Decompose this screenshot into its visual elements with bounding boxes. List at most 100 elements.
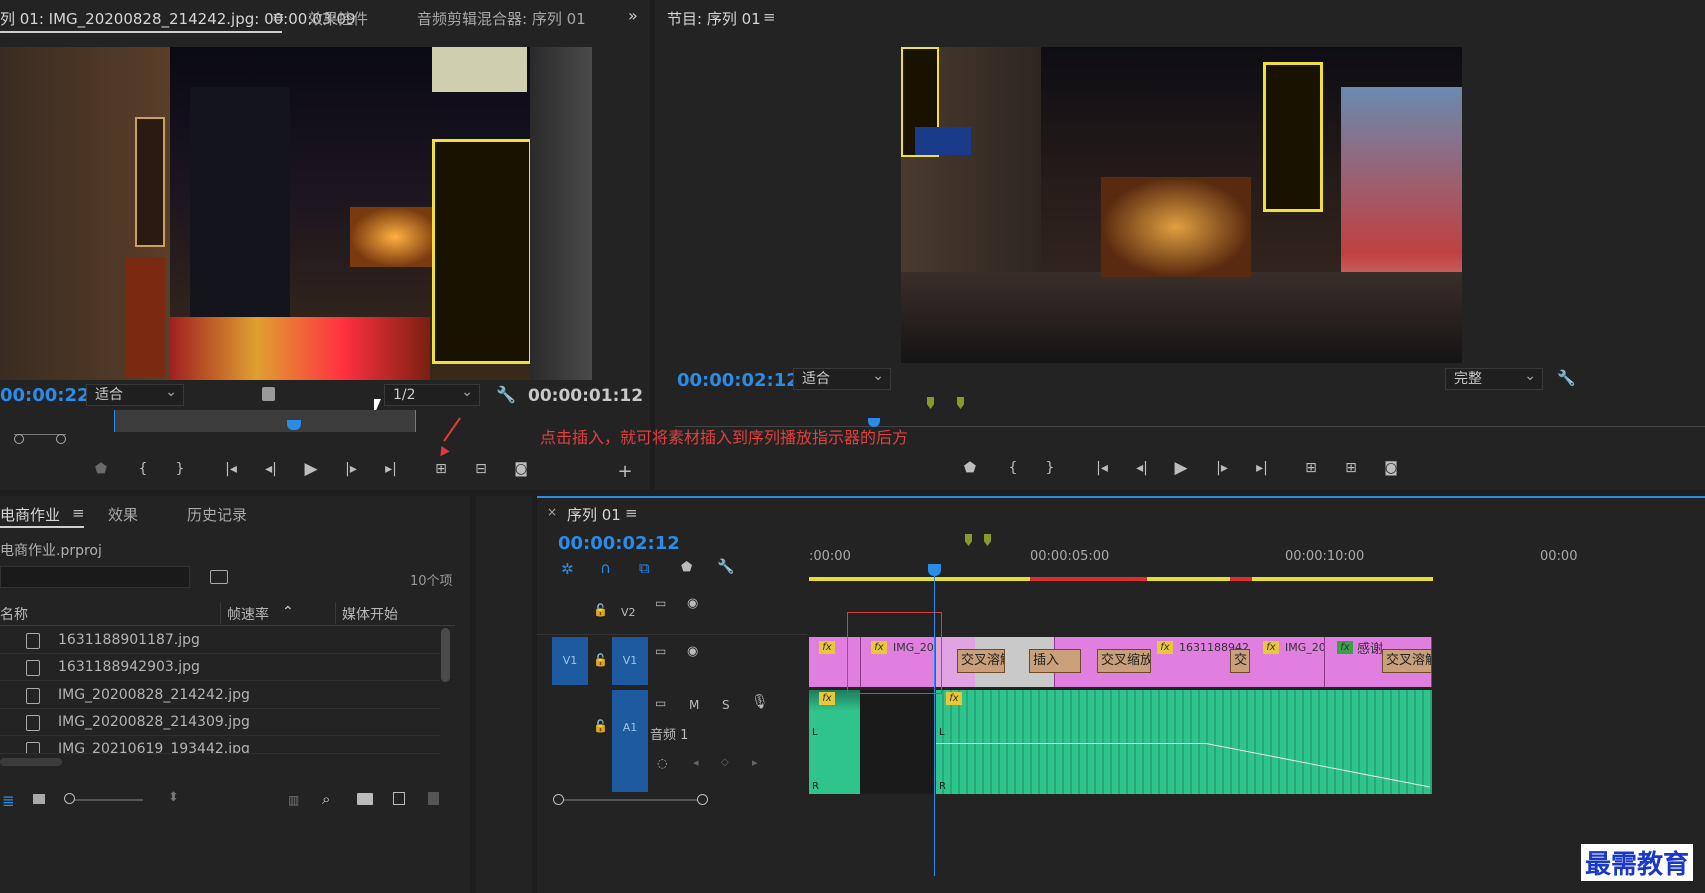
new-item-icon[interactable] [393, 792, 405, 805]
extract-icon[interactable]: ⊞ [1338, 455, 1364, 481]
tab-effects[interactable]: 效果 [108, 504, 138, 525]
timeline-settings-icon[interactable]: 🔧 [717, 559, 734, 575]
track-v1-source[interactable]: V1 [552, 637, 588, 685]
voiceover-mic-icon[interactable]: 🎙 [751, 694, 769, 710]
add-marker-icon[interactable]: ⬟ [88, 456, 114, 482]
sort-icon[interactable]: ⬍ [168, 790, 179, 805]
timeline-timecode[interactable]: 00:00:02:12 [558, 533, 680, 554]
keyframe-toggle-icon[interactable]: ◌ [657, 756, 667, 770]
program-marker-1[interactable] [927, 397, 934, 409]
lock-v1-icon[interactable]: 🔓 [593, 653, 608, 667]
program-mark-in-icon[interactable]: { [1000, 455, 1026, 481]
zoom-slider[interactable] [68, 799, 143, 801]
lift-icon[interactable]: ⊞ [1298, 455, 1324, 481]
program-go-to-in-icon[interactable]: |◂ [1089, 455, 1115, 481]
timeline-marker-icon[interactable]: ⬟ [681, 560, 692, 575]
add-keyframe-icon[interactable]: ◇ [721, 757, 729, 768]
tab-audio-mixer[interactable]: 音频剪辑混合器: 序列 01 [417, 8, 586, 29]
source-in-out-range[interactable] [114, 410, 416, 432]
mark-in-icon[interactable]: { [130, 456, 156, 482]
step-back-icon[interactable]: ◂| [258, 456, 284, 482]
column-framerate[interactable]: 帧速率 [227, 604, 269, 624]
program-quality-select[interactable]: 完整 [1445, 366, 1543, 390]
timeline-h-scrollbar[interactable] [557, 799, 703, 801]
list-item[interactable]: IMG_20200828_214309.jpg [0, 709, 440, 736]
settings-wrench-icon[interactable]: 🔧 [496, 385, 516, 404]
mute-button[interactable]: M [689, 698, 699, 712]
sync-v1-icon[interactable]: ▭ [655, 644, 666, 658]
close-tab-icon[interactable]: × [547, 505, 557, 519]
project-search-input[interactable] [0, 566, 190, 588]
find-icon[interactable]: ⌕ [322, 790, 330, 808]
solo-button[interactable]: S [722, 698, 730, 712]
column-name[interactable]: 名称 [0, 604, 28, 624]
track-a1-target[interactable]: A1 [612, 690, 648, 792]
transition-insert[interactable]: 插入 [1029, 649, 1081, 673]
timeline-playhead-head[interactable] [928, 564, 941, 576]
next-keyframe-icon[interactable]: ▸ [752, 756, 758, 769]
tab-history[interactable]: 历史记录 [187, 504, 247, 525]
linked-selection-icon[interactable]: ⧉ [639, 559, 650, 577]
source-playhead[interactable] [287, 420, 301, 430]
add-button-icon[interactable]: + [612, 458, 638, 484]
tab-source[interactable]: 列 01: IMG_20200828_214242.jpg: 00:00:03:… [0, 8, 356, 29]
zoom-slider-knob[interactable] [64, 793, 75, 804]
zoom-handle-left[interactable] [14, 434, 24, 444]
delete-icon[interactable] [428, 792, 439, 805]
search-bin-icon[interactable] [210, 570, 228, 584]
icon-view-icon[interactable] [33, 794, 45, 804]
prev-keyframe-icon[interactable]: ◂ [693, 756, 699, 769]
program-add-marker-icon[interactable]: ⬟ [957, 455, 983, 481]
program-fit-select[interactable]: 适合 [793, 366, 891, 390]
list-item[interactable]: IMG_20210619_193442.jpg [0, 736, 440, 754]
sync-v2-icon[interactable]: ▭ [655, 596, 666, 610]
timeline-scroll-left[interactable] [553, 794, 564, 805]
insert-icon[interactable]: ⊞ [428, 456, 454, 482]
program-go-to-out-icon[interactable]: ▸| [1249, 455, 1275, 481]
project-h-scrollbar[interactable] [0, 758, 62, 766]
audio-clip-2[interactable]: fx L R [936, 690, 1432, 794]
program-timecode[interactable]: 00:00:02:12 [677, 370, 799, 391]
project-menu-icon[interactable]: ≡ [72, 504, 85, 522]
program-step-forward-icon[interactable]: |▸ [1209, 455, 1235, 481]
program-camera-icon[interactable]: ◙ [1378, 455, 1404, 481]
program-mark-out-icon[interactable]: } [1037, 455, 1063, 481]
program-menu-icon[interactable]: ≡ [763, 8, 776, 26]
sync-a1-icon[interactable]: ▭ [655, 696, 666, 710]
sort-ascending-icon[interactable]: ⌃ [282, 604, 294, 620]
tab-menu-icon[interactable]: ≡ [272, 8, 285, 26]
source-fit-select[interactable]: 适合 [86, 382, 184, 406]
new-bin-icon[interactable] [357, 793, 373, 805]
play-icon[interactable]: ▶ [298, 456, 324, 482]
step-forward-icon[interactable]: |▸ [338, 456, 364, 482]
program-settings-icon[interactable]: 🔧 [1557, 369, 1576, 387]
timeline-playhead-line[interactable] [934, 576, 935, 876]
eye-v2-icon[interactable]: ◉ [687, 596, 698, 611]
export-frame-camera-icon[interactable]: ◙ [508, 456, 534, 482]
v1-clip-4[interactable]: fx1631188942fxIMG_202 [1055, 637, 1325, 687]
track-v2-label[interactable]: V2 [621, 606, 636, 619]
zoom-handle-right[interactable] [56, 434, 66, 444]
column-media-start[interactable]: 媒体开始 [342, 604, 398, 624]
mark-out-icon[interactable]: } [167, 456, 193, 482]
timeline-marker-1[interactable] [965, 534, 972, 546]
list-item[interactable]: IMG_20200828_214242.jpg [0, 682, 440, 709]
tab-effect-controls[interactable]: 效果控件 [308, 8, 368, 29]
transition-short[interactable]: 交 [1230, 649, 1250, 673]
timeline-title[interactable]: 序列 01 [567, 504, 621, 525]
more-tabs-icon[interactable]: » [628, 6, 638, 25]
lock-v2-icon[interactable]: 🔓 [593, 603, 608, 617]
nest-toggle-icon[interactable]: ✲ [561, 560, 574, 578]
source-timecode-in[interactable]: 00:00:22 [0, 385, 90, 406]
project-scrollbar[interactable] [441, 628, 450, 682]
audio-volume-ramp[interactable] [1205, 743, 1430, 788]
automate-to-sequence-icon[interactable]: ▥ [288, 793, 299, 807]
lock-a1-icon[interactable]: 🔓 [593, 719, 608, 733]
transition-cross-zoom[interactable]: 交叉缩放 [1097, 649, 1151, 673]
go-to-in-icon[interactable]: |◂ [218, 456, 244, 482]
timeline-marker-2[interactable] [984, 534, 991, 546]
go-to-out-icon[interactable]: ▸| [378, 456, 404, 482]
audio-volume-line[interactable] [936, 743, 1206, 744]
export-frame-icon[interactable] [262, 387, 275, 401]
list-item[interactable]: 1631188901187.jpg [0, 627, 440, 654]
